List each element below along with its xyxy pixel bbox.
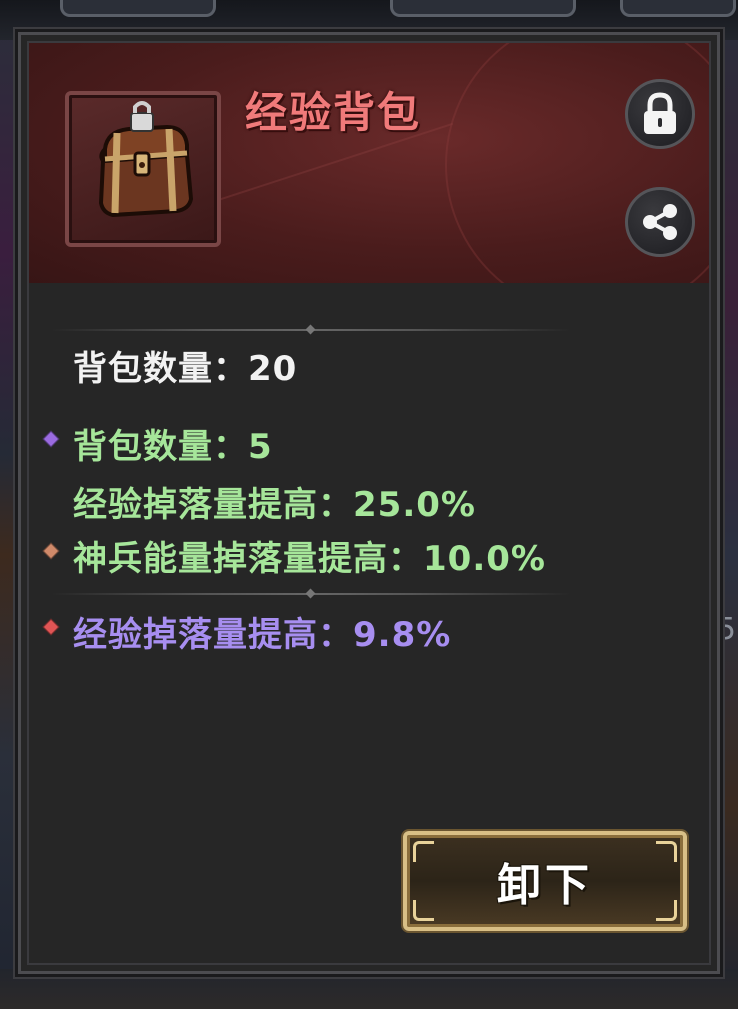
share-button[interactable] [625,187,695,257]
bonus-stat: 背包数量：5 [73,427,273,467]
backdrop-tab [390,0,576,17]
item-icon-frame[interactable] [65,91,221,247]
share-icon [643,204,677,240]
backdrop-tab [620,0,736,17]
backdrop-tab [60,0,216,17]
bonus-stat: 经验掉落量提高：25.0% [73,485,476,525]
base-stat: 背包数量：20 [73,349,298,389]
item-header: 经验背包 [29,43,709,283]
special-stat: 经验掉落量提高：9.8% [73,615,452,655]
bonus-stat: 神兵能量掉落量提高：10.0% [73,539,546,579]
lock-icon [644,92,676,134]
section-divider [51,329,571,331]
unload-button[interactable]: 卸下 [403,831,687,931]
button-corner [656,900,677,921]
bullet-diamond-icon [42,542,60,560]
backdrop-bottom [0,969,738,1009]
button-corner [413,841,434,862]
lock-button[interactable] [625,79,695,149]
bullet-diamond-icon [42,430,60,448]
treasure-chest-icon [98,101,194,218]
button-corner [413,900,434,921]
section-divider [51,593,571,595]
bullet-diamond-icon [42,618,60,636]
item-detail-popup: 经验背包 背包数量：20 背包数量：5 经验掉落量提高：25.0% 神兵能量掉落… [18,32,720,974]
item-title: 经验背包 [245,88,422,137]
unload-button-label: 卸下 [497,860,593,911]
button-corner [656,841,677,862]
